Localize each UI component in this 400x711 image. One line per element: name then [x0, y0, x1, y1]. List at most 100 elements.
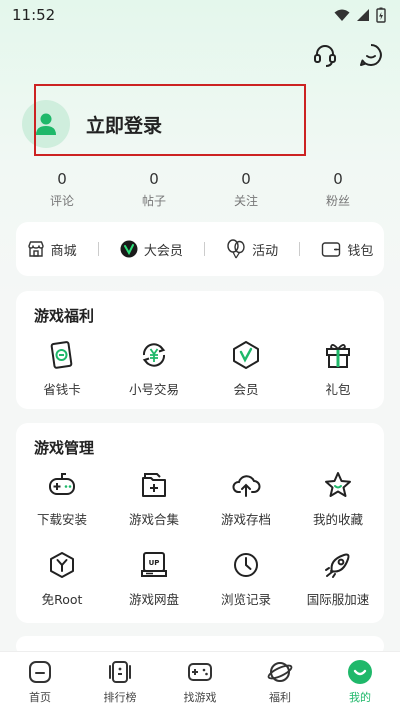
- management-grid-row1: 下载安装 游戏合集 游戏存档 我的收藏: [16, 469, 384, 528]
- management-card: 游戏管理 下载安装 游戏合集 游戏存档 我的收藏 免Root UP 游戏网盘 浏…: [16, 423, 384, 623]
- management-collections[interactable]: 游戏合集: [110, 469, 198, 528]
- benefit-account-trade[interactable]: 小号交易: [110, 339, 198, 398]
- signal-icon: [357, 9, 369, 21]
- tab-label: 找游戏: [183, 691, 217, 704]
- quick-links-card: 商城 大会员 活动 钱包: [16, 222, 384, 276]
- home-icon: [29, 661, 51, 683]
- benefits-grid: 省钱卡 小号交易 会员 礼包: [16, 339, 384, 398]
- rocket-icon: [325, 553, 350, 578]
- stat-value: 0: [333, 170, 343, 188]
- stat-comments[interactable]: 0 评论: [22, 170, 102, 209]
- stat-value: 0: [149, 170, 159, 188]
- divider: [97, 242, 99, 256]
- svg-text:UP: UP: [149, 559, 160, 567]
- stat-label: 帖子: [141, 194, 166, 208]
- status-time: 11:52: [12, 6, 56, 24]
- top-actions: [310, 40, 386, 70]
- tab-label: 福利: [269, 691, 291, 704]
- vip-icon: [120, 240, 138, 258]
- management-history[interactable]: 浏览记录: [202, 549, 290, 608]
- management-label: 游戏合集: [128, 512, 179, 527]
- quick-link-label: 活动: [252, 243, 279, 259]
- customer-service-button[interactable]: [310, 40, 340, 70]
- benefits-card: 游戏福利 省钱卡 小号交易 会员 礼包: [16, 291, 384, 409]
- quick-link-events[interactable]: 活动: [226, 239, 278, 259]
- gift-icon: [326, 344, 350, 368]
- highlight-box: [34, 84, 306, 156]
- stat-fans[interactable]: 0 粉丝: [298, 170, 378, 209]
- management-global-boost[interactable]: 国际服加速: [294, 549, 382, 608]
- clock-icon: [234, 553, 258, 577]
- management-grid-row2: 免Root UP 游戏网盘 浏览记录 国际服加速: [16, 549, 384, 608]
- ranking-icon: [109, 661, 131, 683]
- benefit-label: 会员: [233, 382, 259, 397]
- balloon-icon: [227, 239, 245, 259]
- divider: [299, 242, 301, 256]
- planet-icon: [267, 662, 293, 682]
- me-icon: [348, 660, 372, 684]
- quick-link-label: 商城: [50, 243, 77, 259]
- benefit-label: 省钱卡: [43, 382, 81, 397]
- cloud-upload-icon: [232, 475, 261, 497]
- benefit-label: 小号交易: [128, 382, 179, 397]
- quick-link-label: 钱包: [347, 243, 374, 259]
- management-label: 我的收藏: [312, 512, 363, 527]
- management-label: 免Root: [41, 592, 83, 607]
- member-icon: [233, 341, 259, 369]
- management-saves[interactable]: 游戏存档: [202, 469, 290, 528]
- management-no-root[interactable]: 免Root: [18, 549, 106, 608]
- stat-following[interactable]: 0 关注: [206, 170, 286, 209]
- management-label: 游戏存档: [220, 512, 271, 527]
- management-download-install[interactable]: 下载安装: [18, 469, 106, 528]
- tab-find-game[interactable]: 找游戏: [168, 658, 232, 705]
- status-bar: 11:52: [0, 0, 400, 30]
- stats-row: 0 评论 0 帖子 0 关注 0 粉丝: [16, 170, 384, 209]
- trade-icon: [142, 343, 166, 367]
- find-game-icon: [188, 663, 212, 681]
- divider: [203, 242, 205, 256]
- message-icon: [360, 44, 382, 66]
- management-cloud-disk[interactable]: UP 游戏网盘: [110, 549, 198, 608]
- benefit-label: 礼包: [325, 382, 351, 397]
- stat-label: 评论: [49, 194, 74, 208]
- star-icon: [325, 472, 351, 497]
- stat-label: 粉丝: [325, 194, 350, 208]
- battery-icon: [376, 7, 386, 23]
- tab-home[interactable]: 首页: [8, 658, 72, 705]
- management-label: 下载安装: [36, 512, 87, 527]
- management-title: 游戏管理: [34, 439, 95, 457]
- stat-posts[interactable]: 0 帖子: [114, 170, 194, 209]
- bottom-tab-bar: 首页 排行榜 找游戏 福利 我的: [0, 651, 400, 711]
- benefit-savings-card[interactable]: 省钱卡: [18, 339, 106, 398]
- stat-value: 0: [241, 170, 251, 188]
- quick-link-label: 大会员: [143, 243, 183, 259]
- tab-label: 首页: [29, 691, 51, 704]
- quick-link-wallet[interactable]: 钱包: [321, 240, 373, 259]
- quick-link-store[interactable]: 商城: [27, 240, 77, 259]
- headset-icon: [314, 45, 336, 67]
- messages-button[interactable]: [356, 40, 386, 70]
- management-label: 游戏网盘: [128, 592, 179, 607]
- stat-value: 0: [57, 170, 67, 188]
- status-icons: [334, 7, 386, 23]
- no-root-icon: [50, 552, 74, 578]
- management-favorites[interactable]: 我的收藏: [294, 469, 382, 528]
- tab-benefits[interactable]: 福利: [248, 658, 312, 705]
- benefit-gift[interactable]: 礼包: [294, 339, 382, 398]
- tab-label: 排行榜: [103, 691, 137, 704]
- management-label: 浏览记录: [220, 592, 271, 607]
- store-icon: [27, 241, 44, 257]
- stat-label: 关注: [233, 194, 258, 208]
- wallet-icon: [322, 242, 341, 257]
- collection-folder-icon: [142, 473, 166, 497]
- quick-link-vip[interactable]: 大会员: [120, 240, 183, 259]
- cloud-disk-icon: UP: [141, 552, 167, 577]
- wifi-icon: [334, 9, 350, 21]
- benefit-member[interactable]: 会员: [202, 339, 290, 398]
- tab-ranking[interactable]: 排行榜: [88, 658, 152, 705]
- benefits-title: 游戏福利: [34, 307, 95, 325]
- management-label: 国际服加速: [306, 592, 370, 607]
- gamepad-icon: [49, 473, 75, 495]
- tab-label: 我的: [349, 691, 371, 704]
- tab-me[interactable]: 我的: [328, 658, 392, 705]
